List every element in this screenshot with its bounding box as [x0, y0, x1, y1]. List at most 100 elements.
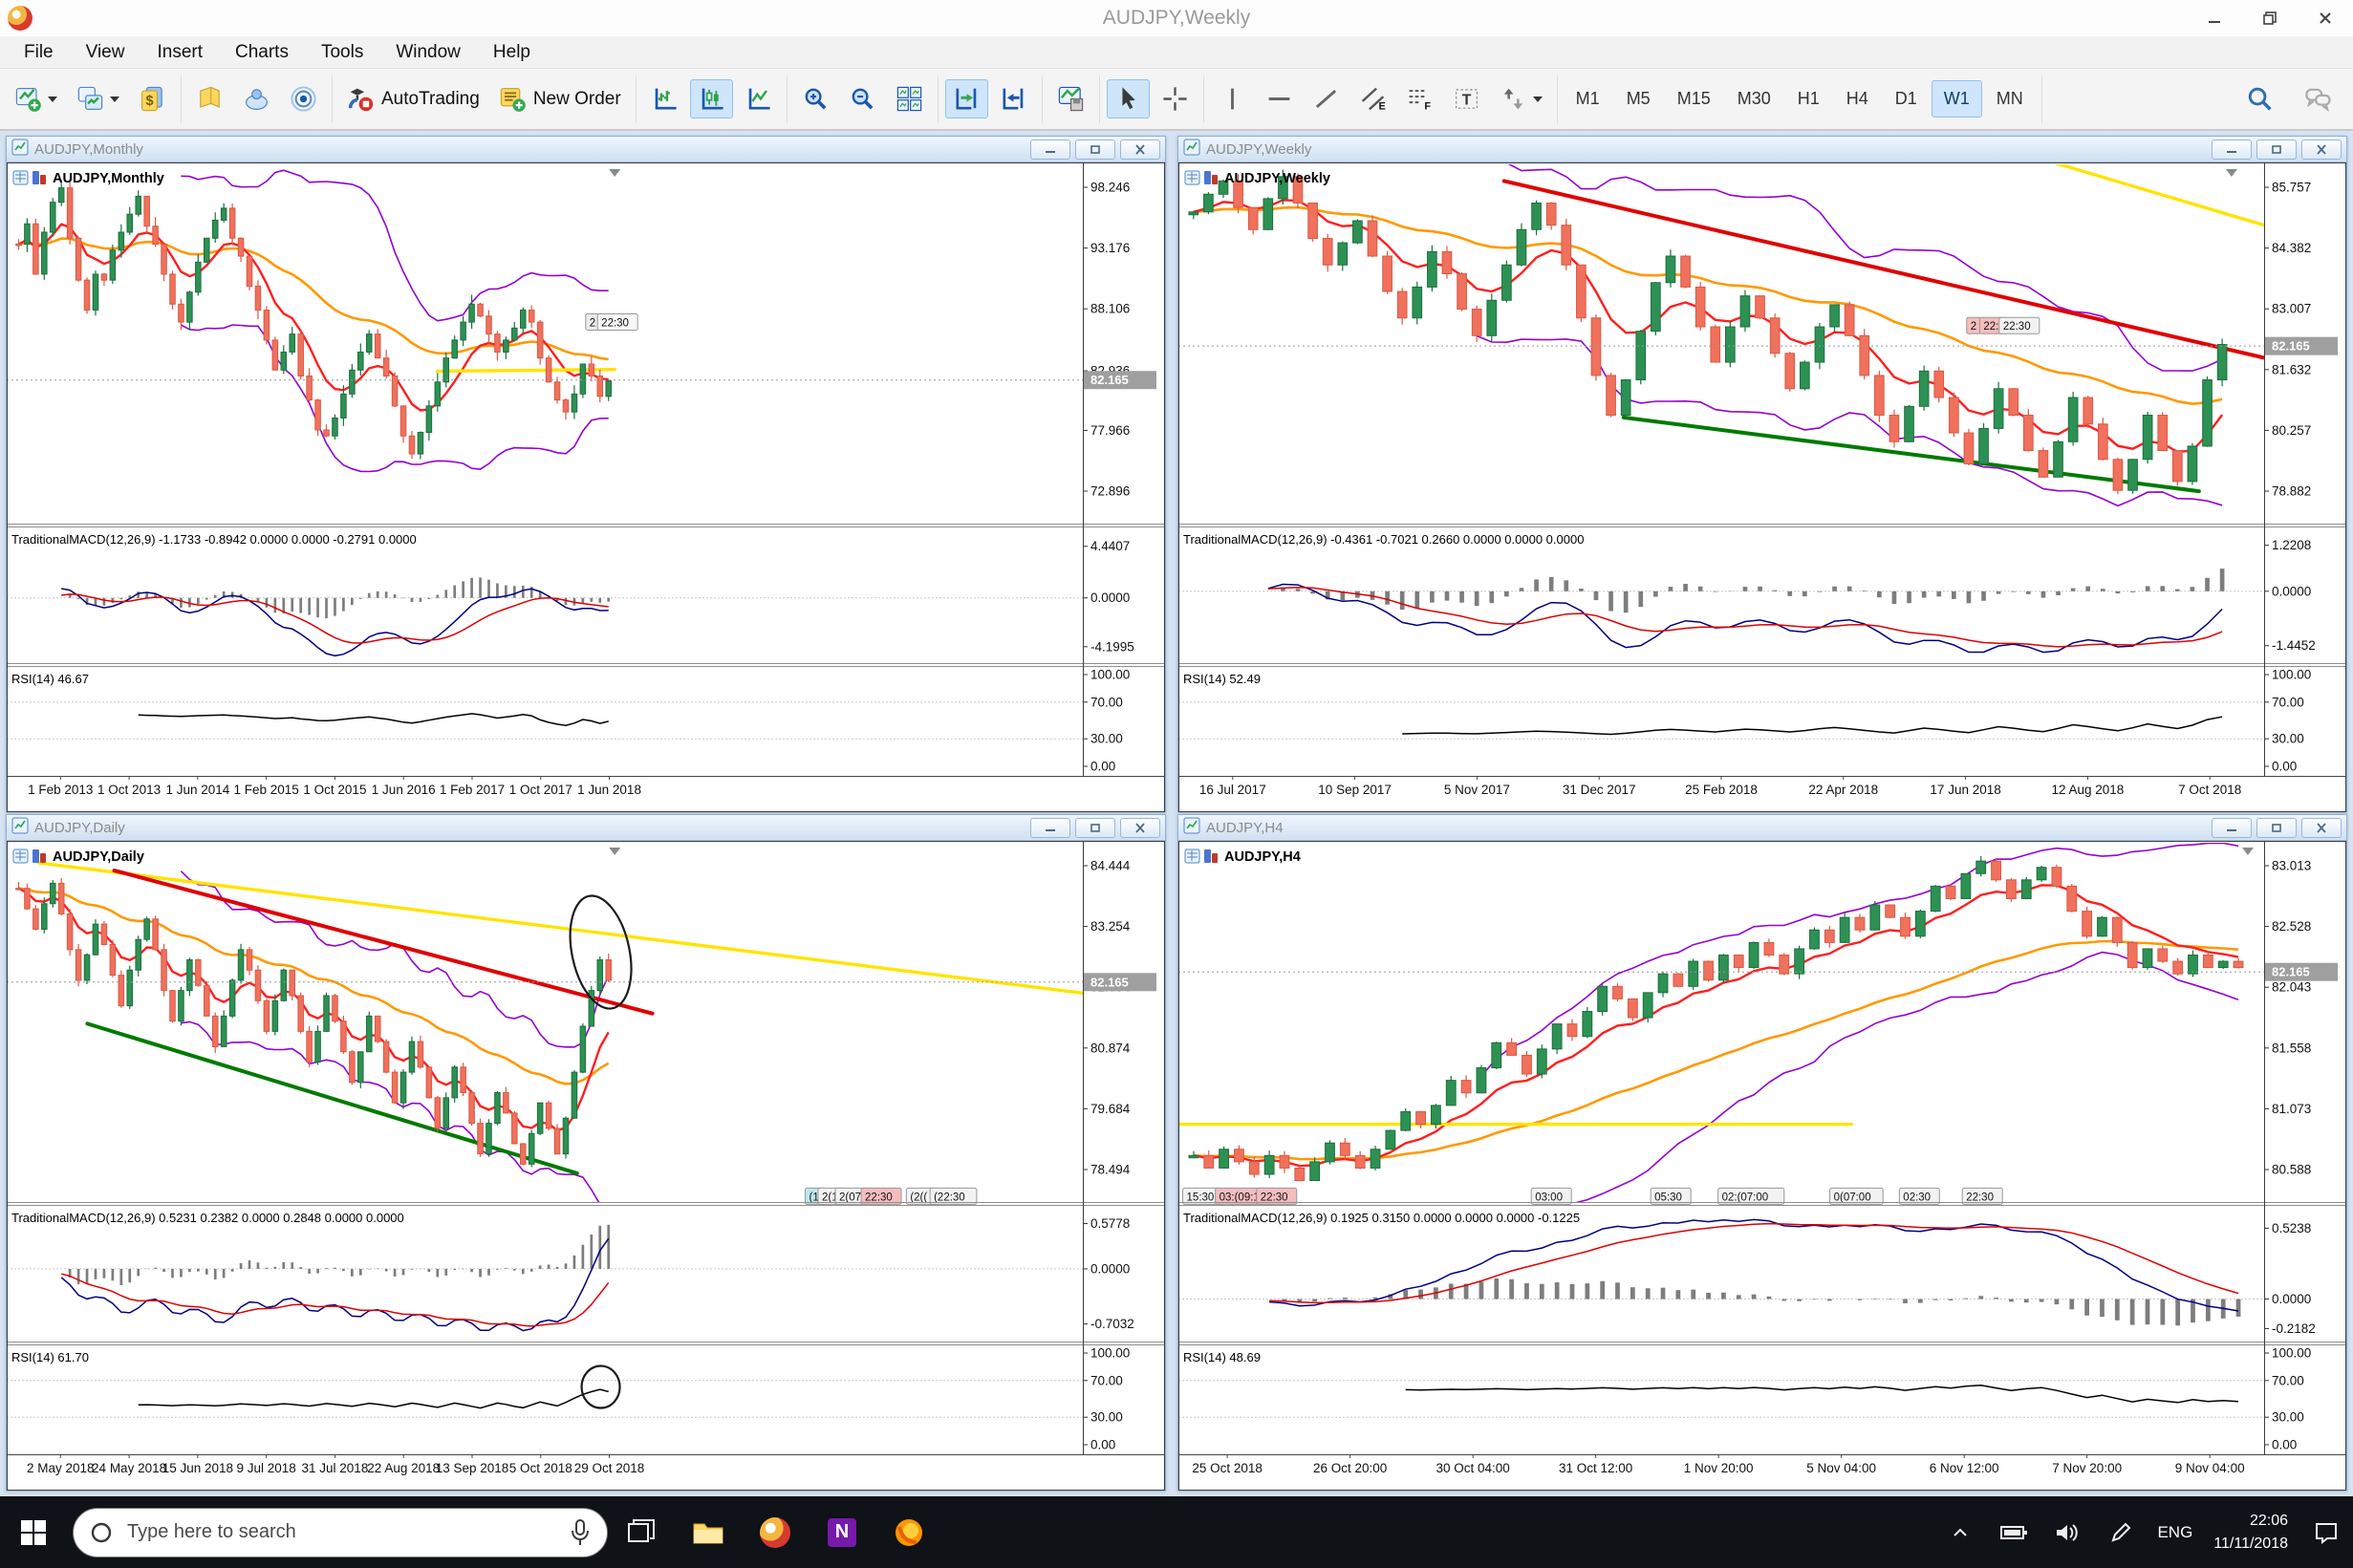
bar-chart-button[interactable] [643, 79, 686, 118]
signals-button[interactable] [282, 79, 325, 118]
crosshair-button[interactable] [1154, 79, 1197, 118]
timeframe-m5-button[interactable]: M5 [1614, 80, 1663, 118]
autotrading-icon [347, 85, 375, 113]
svg-text:22:30: 22:30 [2003, 321, 2031, 333]
chart-canvas-daily[interactable]: (1 2(1 2(07 22:30 (2(((22:30AUDJPY,Daily84.4… [7, 841, 1165, 1491]
timeframe-m30-button[interactable]: M30 [1725, 80, 1783, 118]
text-label-button[interactable]: T [1445, 79, 1488, 118]
history-center-button[interactable] [188, 79, 231, 118]
auto-scroll-button[interactable] [944, 79, 988, 118]
chart-close-button[interactable] [2301, 139, 2342, 160]
chart-window-monthly: AUDJPY,Monthly 2 22:30 AUDJPY,Monthly 98.246… [6, 136, 1166, 812]
app-titlebar[interactable]: AUDJPY,Weekly [0, 0, 2353, 36]
vertical-line-button[interactable] [1211, 79, 1254, 118]
timeframe-d1-button[interactable]: D1 [1883, 80, 1930, 118]
new-order-button[interactable]: New Order [491, 79, 629, 118]
file-explorer-icon[interactable] [675, 1496, 742, 1568]
tray-chevron-icon[interactable] [1933, 1496, 1987, 1568]
chat-button[interactable] [2297, 79, 2340, 118]
svg-text:100.00: 100.00 [2272, 1346, 2311, 1361]
chart-shift-button[interactable] [992, 79, 1035, 118]
task-view-button[interactable] [608, 1496, 675, 1568]
chart-window-titlebar[interactable]: AUDJPY,Daily [7, 815, 1165, 841]
chart-minimize-button[interactable] [1030, 817, 1070, 838]
chevron-down-icon[interactable] [110, 96, 119, 102]
cursor-button[interactable] [1106, 79, 1150, 118]
menu-file[interactable]: File [8, 36, 70, 69]
menu-tools[interactable]: Tools [305, 36, 379, 69]
clock[interactable]: 22:06 11/11/2018 [2202, 1510, 2299, 1554]
action-center-icon[interactable] [2299, 1496, 2353, 1568]
menu-charts[interactable]: Charts [219, 36, 305, 69]
chart-window-titlebar[interactable]: AUDJPY,H4 [1178, 815, 2346, 841]
timeframe-h1-button[interactable]: H1 [1785, 80, 1832, 118]
chevron-down-icon[interactable] [48, 96, 57, 102]
chart-minimize-button[interactable] [2212, 817, 2252, 838]
pen-icon[interactable] [2094, 1496, 2148, 1568]
chart-restore-button[interactable] [2256, 139, 2297, 160]
onenote-icon[interactable]: N [809, 1496, 875, 1568]
publisher-icon [243, 85, 270, 113]
chart-canvas-weekly[interactable]: 2 22: 22:30 AUDJPY,Weekly 85.757 84.382 83.007… [1178, 162, 2346, 812]
chart-window-titlebar[interactable]: AUDJPY,Weekly [1178, 137, 2346, 162]
chart-minimize-button[interactable] [1030, 139, 1070, 160]
menu-help[interactable]: Help [477, 36, 547, 69]
zoom-out-button[interactable] [841, 79, 884, 118]
profiles-button[interactable] [69, 79, 127, 118]
trendline-button[interactable] [1305, 79, 1348, 118]
autotrading-button[interactable]: AutoTrading [339, 79, 487, 118]
search-button[interactable] [2238, 79, 2281, 118]
market-watch-button[interactable]: $ [131, 79, 174, 118]
app-restore-button[interactable] [2242, 0, 2298, 36]
chart-close-button[interactable] [1120, 817, 1160, 838]
app-close-button[interactable] [2298, 0, 2353, 36]
microphone-icon[interactable] [569, 1518, 592, 1547]
profiles-icon [76, 85, 104, 113]
chevron-down-icon[interactable] [1532, 96, 1543, 102]
chart-close-button[interactable] [2301, 817, 2342, 838]
timeframe-h4-button[interactable]: H4 [1834, 80, 1881, 118]
chart-canvas-monthly[interactable]: 2 22:30 AUDJPY,Monthly 98.246 93.176 88.106 82… [7, 162, 1165, 812]
signals-icon [290, 85, 317, 113]
candlestick-chart-button[interactable] [689, 79, 733, 118]
taskbar-search-input[interactable]: Type here to search [73, 1507, 608, 1557]
svg-text:0.00: 0.00 [2272, 1438, 2297, 1452]
timeframe-w1-button[interactable]: W1 [1931, 80, 1982, 118]
battery-icon[interactable] [1987, 1496, 2040, 1568]
language-indicator[interactable]: ENG [2148, 1523, 2202, 1542]
templates-button[interactable] [1049, 79, 1092, 118]
svg-text:82.165: 82.165 [2272, 339, 2310, 354]
svg-text:81.073: 81.073 [2272, 1102, 2311, 1116]
autotrading-label: AutoTrading [381, 88, 480, 109]
publisher-button[interactable] [235, 79, 278, 118]
timeframe-m15-button[interactable]: M15 [1665, 80, 1723, 118]
menu-view[interactable]: View [70, 36, 141, 69]
arrows-button[interactable] [1492, 79, 1550, 118]
metatrader-taskbar-icon[interactable] [742, 1496, 809, 1568]
chart-restore-button[interactable] [1075, 139, 1115, 160]
chart-restore-button[interactable] [1075, 817, 1115, 838]
chart-canvas-h4[interactable]: 15:30 03:(09:1 22:30 03:00 05:30 02:(07:00 0(0… [1178, 841, 2346, 1491]
menu-insert[interactable]: Insert [140, 36, 219, 69]
svg-text:RSI(14) 48.69: RSI(14) 48.69 [1183, 1350, 1261, 1364]
app-minimize-button[interactable] [2187, 0, 2242, 36]
start-button[interactable] [0, 1496, 67, 1568]
zoom-in-button[interactable] [794, 79, 837, 118]
svg-text:TraditionalMACD(12,26,9) -1.17: TraditionalMACD(12,26,9) -1.1733 -0.8942… [11, 532, 417, 547]
timeframe-mn-button[interactable]: MN [1984, 80, 2036, 118]
new-chart-button[interactable] [7, 79, 65, 118]
svg-text:T: T [1461, 93, 1471, 109]
chart-restore-button[interactable] [2256, 817, 2297, 838]
volume-icon[interactable] [2040, 1496, 2094, 1568]
fibonacci-button[interactable]: F [1398, 79, 1441, 118]
timeframe-m1-button[interactable]: M1 [1564, 80, 1612, 118]
equidistant-channel-button[interactable]: E [1351, 79, 1394, 118]
line-chart-button[interactable] [737, 79, 780, 118]
chart-window-titlebar[interactable]: AUDJPY,Monthly [7, 137, 1165, 162]
tile-windows-button[interactable] [888, 79, 931, 118]
menu-window[interactable]: Window [379, 36, 477, 69]
chart-minimize-button[interactable] [2212, 139, 2252, 160]
chart-close-button[interactable] [1120, 139, 1160, 160]
horizontal-line-button[interactable] [1258, 79, 1301, 118]
firefox-icon[interactable] [875, 1496, 942, 1568]
